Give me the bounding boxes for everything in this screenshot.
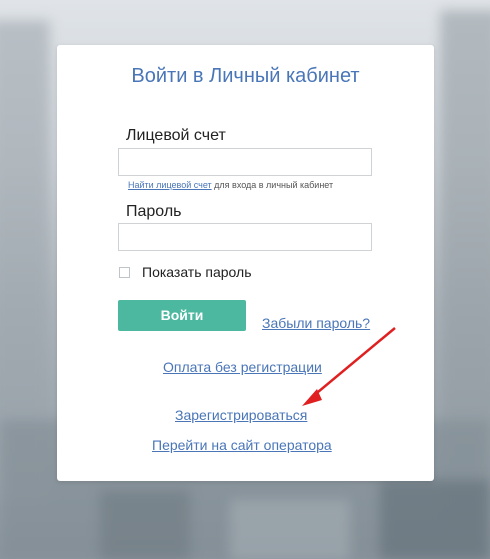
show-password-label[interactable]: Показать пароль — [142, 264, 252, 280]
account-hint-text: для входа в личный кабинет — [211, 180, 334, 190]
password-label: Пароль — [126, 203, 182, 220]
register-link[interactable]: Зарегистрироваться — [175, 407, 307, 423]
page-title: Войти в Личный кабинет — [131, 65, 360, 87]
account-input[interactable] — [118, 148, 372, 176]
login-button[interactable]: Войти — [118, 300, 246, 331]
pay-without-registration-link[interactable]: Оплата без регистрации — [163, 359, 322, 375]
account-hint: Найти лицевой счет для входа в личный ка… — [128, 180, 333, 190]
login-card: Войти в Личный кабинет Лицевой счет Найт… — [57, 45, 434, 481]
account-label: Лицевой счет — [126, 127, 226, 144]
password-input[interactable] — [118, 223, 372, 251]
find-account-link[interactable]: Найти лицевой счет — [128, 180, 212, 190]
operator-site-link[interactable]: Перейти на сайт оператора — [152, 437, 332, 453]
show-password-checkbox[interactable] — [119, 267, 130, 278]
forgot-password-link[interactable]: Забыли пароль? — [262, 315, 370, 331]
